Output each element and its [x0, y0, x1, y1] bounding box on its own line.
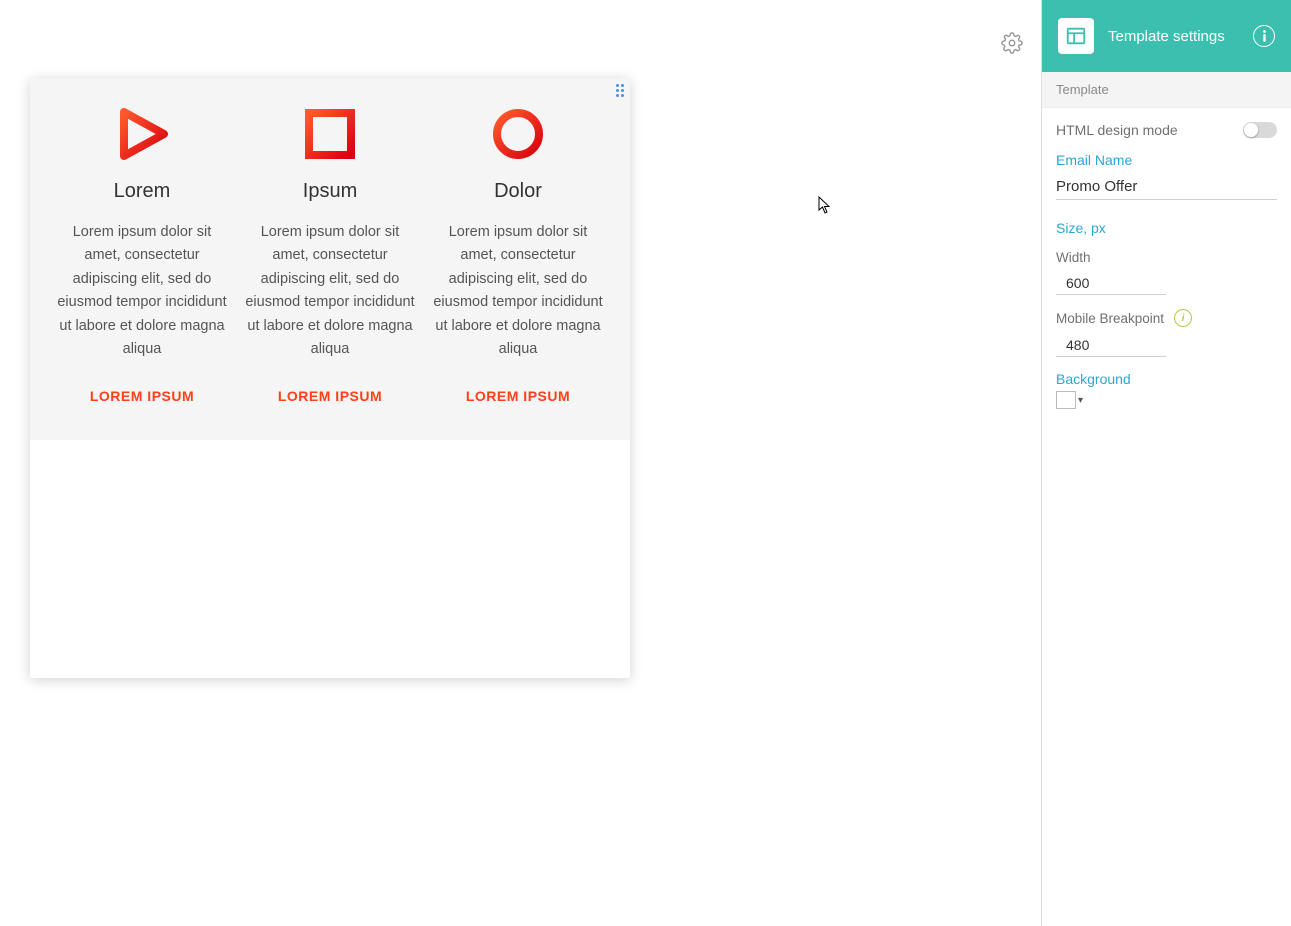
- info-icon[interactable]: [1253, 25, 1275, 47]
- background-label: Background: [1056, 371, 1277, 387]
- background-swatch: [1056, 391, 1076, 409]
- column-3-cta-link[interactable]: LOREM IPSUM: [432, 388, 604, 404]
- template-icon: [1058, 18, 1094, 54]
- column-3-title: Dolor: [432, 180, 604, 203]
- breakpoint-row: Mobile Breakpoint i: [1056, 309, 1277, 327]
- html-mode-toggle[interactable]: [1243, 122, 1277, 138]
- gear-icon[interactable]: [1001, 32, 1023, 54]
- section-label: Template: [1042, 72, 1291, 108]
- panel-header: Template settings: [1042, 0, 1291, 72]
- column-3[interactable]: Dolor Lorem ipsum dolor sit amet, consec…: [424, 106, 612, 404]
- column-2-cta-link[interactable]: LOREM IPSUM: [244, 388, 416, 404]
- column-1[interactable]: Lorem Lorem ipsum dolor sit amet, consec…: [48, 106, 236, 404]
- breakpoint-input[interactable]: [1056, 333, 1166, 357]
- info-icon[interactable]: i: [1174, 309, 1192, 327]
- background-color-picker[interactable]: ▾: [1056, 391, 1277, 409]
- column-2-body: Lorem ipsum dolor sit amet, consectetur …: [244, 221, 416, 362]
- email-template-card[interactable]: Lorem Lorem ipsum dolor sit amet, consec…: [30, 78, 630, 678]
- drag-handle-icon[interactable]: [616, 84, 624, 97]
- column-1-title: Lorem: [56, 180, 228, 203]
- column-3-body: Lorem ipsum dolor sit amet, consectetur …: [432, 221, 604, 362]
- panel-body: HTML design mode Email Name Size, px Wid…: [1042, 108, 1291, 423]
- column-2[interactable]: Ipsum Lorem ipsum dolor sit amet, consec…: [236, 106, 424, 404]
- three-column-block[interactable]: Lorem Lorem ipsum dolor sit amet, consec…: [30, 78, 630, 440]
- size-label: Size, px: [1056, 220, 1277, 236]
- email-name-label: Email Name: [1056, 152, 1277, 168]
- breakpoint-label: Mobile Breakpoint: [1056, 311, 1164, 326]
- panel-title: Template settings: [1108, 28, 1239, 45]
- html-mode-row: HTML design mode: [1056, 122, 1277, 138]
- chevron-down-icon: ▾: [1078, 395, 1083, 406]
- column-1-cta-link[interactable]: LOREM IPSUM: [56, 388, 228, 404]
- width-label: Width: [1056, 250, 1277, 265]
- email-name-input[interactable]: [1056, 172, 1277, 200]
- canvas-area[interactable]: Lorem Lorem ipsum dolor sit amet, consec…: [0, 0, 1041, 926]
- column-2-title: Ipsum: [244, 180, 416, 203]
- play-icon: [114, 106, 170, 162]
- circle-icon: [490, 106, 546, 162]
- settings-panel: Template settings Template HTML design m…: [1041, 0, 1291, 926]
- cursor-icon: [818, 196, 832, 214]
- column-1-body: Lorem ipsum dolor sit amet, consectetur …: [56, 221, 228, 362]
- square-icon: [302, 106, 358, 162]
- html-mode-label: HTML design mode: [1056, 122, 1178, 138]
- width-input[interactable]: [1056, 271, 1166, 295]
